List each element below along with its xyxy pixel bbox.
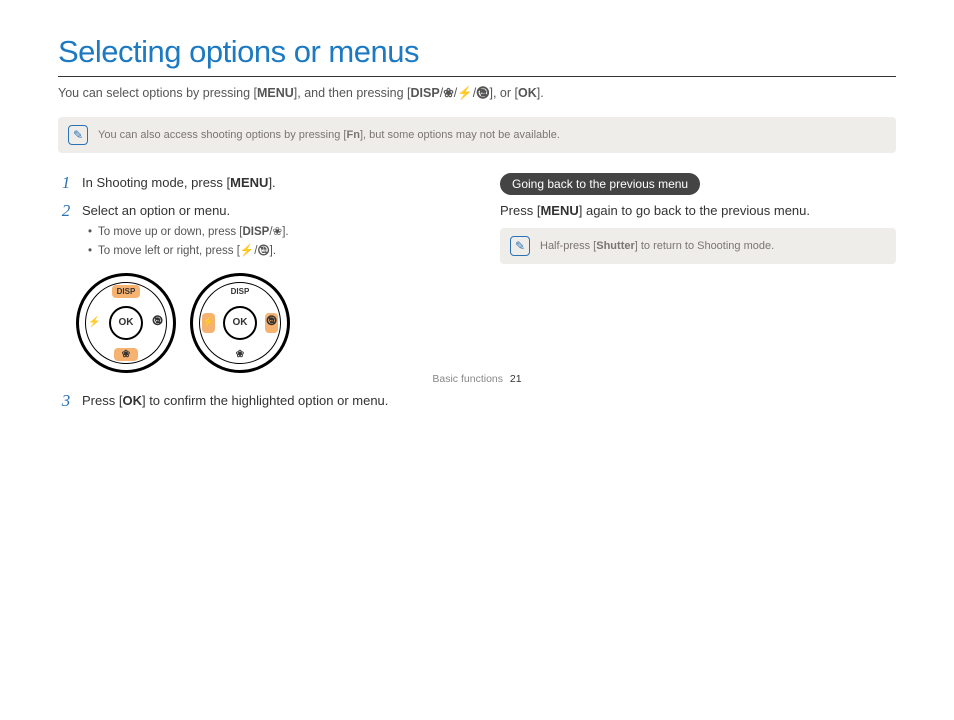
note-box: ✎ Half-press [Shutter] to return to Shoo… <box>500 228 896 264</box>
step-body: In Shooting mode, press [MENU]. <box>82 173 454 193</box>
page-footer: Basic functions 21 <box>0 373 954 385</box>
bullet-item: To move up or down, press [DISP/❀]. <box>88 224 454 241</box>
right-text: Press [MENU] again to go back to the pre… <box>500 203 896 218</box>
step-2: 2 Select an option or menu. To move up o… <box>58 201 454 263</box>
subheading-pill: Going back to the previous menu <box>500 173 700 195</box>
ok-button: OK <box>223 306 257 340</box>
key-shutter: Shutter <box>596 240 635 252</box>
step-number: 2 <box>58 201 74 263</box>
step-seg: In Shooting mode, press [ <box>82 175 230 190</box>
note-seg: ], but some options may not be available… <box>360 129 560 141</box>
key-fn: Fn <box>346 129 359 141</box>
flash-button: ⚡ <box>202 313 215 333</box>
key-disp: DISP <box>411 86 440 100</box>
key-disp: DISP <box>243 226 270 238</box>
intro-text: You can select options by pressing [MENU… <box>58 85 896 103</box>
bullet-seg: ]. <box>282 226 288 238</box>
flash-icon: ⚡ <box>88 317 100 328</box>
timer-button: 🕲 <box>151 313 164 333</box>
page-title: Selecting options or menus <box>58 34 896 70</box>
dial-right: DISP ❀ ⚡ 🕲 OK <box>190 273 290 373</box>
intro-seg: You can select options by pressing [ <box>58 86 257 100</box>
timer-icon: 🕲 <box>152 314 163 331</box>
flash-icon: ⚡ <box>240 245 254 257</box>
key-ok: OK <box>518 86 537 100</box>
step-seg: ]. <box>268 175 275 190</box>
key-menu: MENU <box>230 175 268 190</box>
macro-icon: ❀ <box>443 86 453 100</box>
bullet-item: To move left or right, press [⚡/🕲]. <box>88 243 454 260</box>
flash-button: ⚡ <box>88 313 101 333</box>
bullet-seg: To move left or right, press [ <box>98 245 240 257</box>
note-text: Half-press [Shutter] to return to Shooti… <box>540 240 774 252</box>
step-bullets: To move up or down, press [DISP/❀]. To m… <box>88 224 454 261</box>
step-seg: Select an option or menu. <box>82 203 230 218</box>
note-icon: ✎ <box>510 236 530 256</box>
step-body: Select an option or menu. To move up or … <box>82 201 454 263</box>
bullet-seg: To move up or down, press [ <box>98 226 242 238</box>
macro-icon: ❀ <box>273 226 283 238</box>
step-number: 1 <box>58 173 74 193</box>
key-ok: OK <box>122 393 142 408</box>
step-seg: Press [ <box>82 393 122 408</box>
step-body: Press [OK] to confirm the highlighted op… <box>82 391 454 411</box>
footer-section: Basic functions <box>432 373 503 385</box>
dials-illustration: DISP ❀ ⚡ 🕲 OK DISP ❀ ⚡ 🕲 OK <box>76 273 454 373</box>
intro-seg: ], and then pressing [ <box>294 86 411 100</box>
intro-seg: ]. <box>537 86 544 100</box>
disp-button: DISP <box>226 285 254 298</box>
title-rule <box>58 76 896 77</box>
key-menu: MENU <box>540 203 578 218</box>
footer-page: 21 <box>510 373 522 385</box>
ok-button: OK <box>109 306 143 340</box>
note-icon: ✎ <box>68 125 88 145</box>
intro-seg: ], or [ <box>490 86 518 100</box>
bullet-seg: ]. <box>270 245 276 257</box>
timer-icon: 🕲 <box>257 245 269 257</box>
timer-icon: 🕲 <box>266 314 277 331</box>
macro-icon: ❀ <box>236 349 244 360</box>
right-seg: Press [ <box>500 203 540 218</box>
note-box: ✎ You can also access shooting options b… <box>58 117 896 153</box>
right-seg: ] again to go back to the previous menu. <box>579 203 810 218</box>
key-menu: MENU <box>257 86 294 100</box>
timer-icon: 🕲 <box>476 86 489 100</box>
disp-button: DISP <box>112 285 140 298</box>
macro-button: ❀ <box>114 348 138 361</box>
flash-icon: ⚡ <box>457 86 473 100</box>
timer-button: 🕲 <box>265 313 278 333</box>
macro-icon: ❀ <box>122 349 130 360</box>
flash-icon: ⚡ <box>202 317 214 328</box>
note-seg: You can also access shooting options by … <box>98 129 346 141</box>
step-1: 1 In Shooting mode, press [MENU]. <box>58 173 454 193</box>
note-seg: Half-press [ <box>540 240 596 252</box>
step-3: 3 Press [OK] to confirm the highlighted … <box>58 391 454 411</box>
step-seg: ] to confirm the highlighted option or m… <box>142 393 388 408</box>
dial-left: DISP ❀ ⚡ 🕲 OK <box>76 273 176 373</box>
note-text: You can also access shooting options by … <box>98 129 560 141</box>
step-number: 3 <box>58 391 74 411</box>
macro-button: ❀ <box>228 348 252 361</box>
note-seg: ] to return to Shooting mode. <box>635 240 774 252</box>
